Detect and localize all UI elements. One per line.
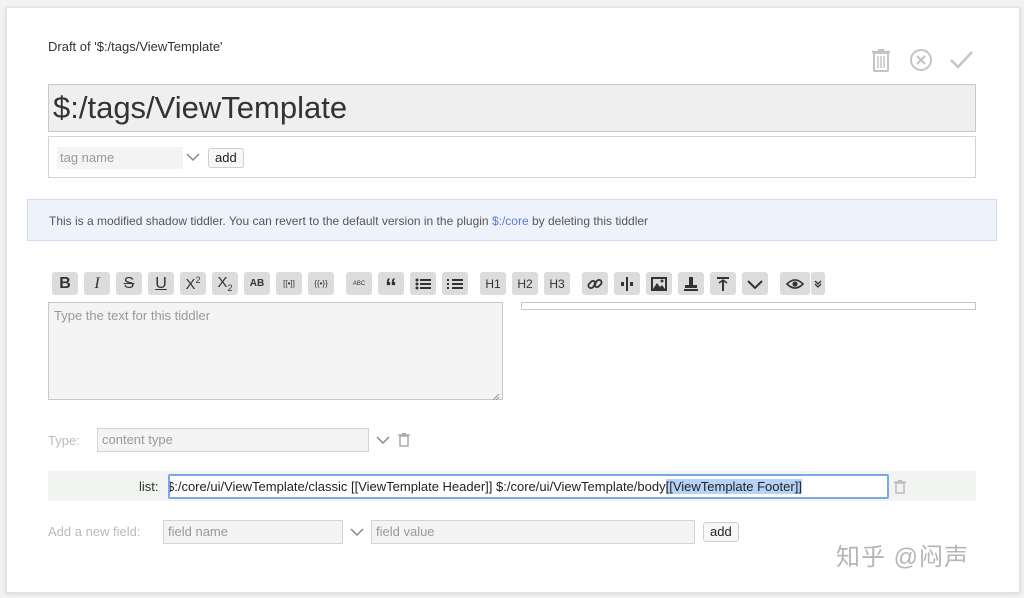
- heading-2-icon: H2: [517, 276, 533, 291]
- add-field-button[interactable]: add: [703, 522, 739, 542]
- smallcaps-icon: AB: [249, 278, 265, 289]
- tag-name-input[interactable]: tag name: [57, 147, 183, 169]
- heading-1-button[interactable]: H1: [480, 272, 506, 295]
- subscript-icon: X2: [217, 274, 233, 293]
- smallcaps-button[interactable]: AB: [244, 272, 270, 295]
- title-input[interactable]: $:/tags/ViewTemplate: [48, 84, 976, 132]
- bullet-list-button[interactable]: [410, 272, 436, 295]
- link-button[interactable]: [582, 272, 608, 295]
- italic-button[interactable]: I: [84, 272, 110, 295]
- preview-pane: [521, 302, 976, 310]
- heading-1-icon: H1: [485, 276, 501, 291]
- body-placeholder: Type the text for this tiddler: [54, 308, 211, 323]
- resize-grip-icon[interactable]: [492, 389, 500, 401]
- list-value-selection: [[ViewTemplate Footer]]: [665, 479, 802, 494]
- cancel-icon[interactable]: [908, 47, 934, 73]
- bold-button[interactable]: B: [52, 272, 78, 295]
- stamp-button[interactable]: [678, 272, 704, 295]
- list-field-trash-icon[interactable]: [894, 480, 908, 494]
- shadow-tiddler-notice: This is a modified shadow tiddler. You c…: [27, 199, 997, 241]
- underline-icon: U: [155, 274, 167, 292]
- tag-editor-row: tag name add: [48, 136, 976, 178]
- bullet-list-icon: [415, 278, 431, 289]
- add-field-label: Add a new field:: [48, 524, 141, 539]
- preview-type-icon: [814, 280, 822, 288]
- field-name-chevron-down-icon[interactable]: [349, 524, 365, 545]
- numbered-list-icon: [447, 278, 463, 289]
- quote-button[interactable]: “: [378, 272, 404, 299]
- preview-type-button[interactable]: [811, 272, 825, 295]
- list-field-label: list:: [139, 479, 159, 494]
- type-trash-icon[interactable]: [398, 433, 410, 452]
- notice-text-after: by deleting this tiddler: [528, 214, 649, 228]
- more-icon: [747, 279, 763, 289]
- transclude-button[interactable]: [[•]]: [276, 272, 302, 295]
- heading-3-button[interactable]: H3: [544, 272, 570, 295]
- heading-3-icon: H3: [549, 276, 565, 291]
- draft-title: Draft of '$:/tags/ViewTemplate': [48, 39, 223, 54]
- notice-text-before: This is a modified shadow tiddler. You c…: [49, 214, 492, 228]
- preview-button[interactable]: [780, 272, 810, 295]
- superscript-button[interactable]: X2: [180, 272, 206, 295]
- list-value-text: $:/core/ui/ViewTemplate/classic [[ViewTe…: [168, 479, 666, 494]
- chevron-down-icon[interactable]: [185, 149, 201, 165]
- italic-icon: I: [94, 274, 100, 292]
- field-value-input[interactable]: field value: [371, 520, 695, 544]
- field-name-input[interactable]: field name: [163, 520, 343, 544]
- macro-button[interactable]: {{•}}: [308, 272, 334, 295]
- done-icon[interactable]: [948, 47, 974, 73]
- linkify-icon: [621, 276, 633, 291]
- link-icon: [587, 278, 603, 289]
- macro-icon: {{•}}: [314, 279, 328, 288]
- subscript-button[interactable]: X2: [212, 272, 238, 295]
- size-button[interactable]: [710, 272, 736, 295]
- add-tag-button[interactable]: add: [208, 148, 244, 168]
- strikethrough-icon: S: [123, 274, 135, 292]
- monospaced-button[interactable]: ABC: [346, 272, 372, 295]
- size-icon: [717, 276, 729, 291]
- monospaced-icon: ABC: [352, 280, 366, 287]
- image-button[interactable]: [646, 272, 672, 295]
- body-textarea[interactable]: Type the text for this tiddler: [48, 302, 503, 401]
- linkify-button[interactable]: [614, 272, 640, 295]
- list-field-input[interactable]: $:/core/ui/ViewTemplate/classic [[ViewTe…: [168, 474, 889, 499]
- image-icon: [651, 276, 667, 291]
- plugin-link[interactable]: $:/core: [492, 214, 529, 228]
- underline-button[interactable]: U: [148, 272, 174, 295]
- heading-2-button[interactable]: H2: [512, 272, 538, 295]
- type-chevron-down-icon[interactable]: [375, 432, 391, 453]
- bold-icon: B: [59, 274, 71, 292]
- strikethrough-button[interactable]: S: [116, 272, 142, 295]
- edit-actions: [868, 47, 974, 73]
- more-button[interactable]: [742, 272, 768, 295]
- type-label: Type:: [48, 433, 80, 448]
- trash-icon[interactable]: [868, 47, 894, 73]
- superscript-icon: X2: [185, 274, 201, 293]
- preview-icon: [786, 278, 804, 289]
- transclude-icon: [[•]]: [283, 279, 295, 288]
- numbered-list-button[interactable]: [442, 272, 468, 295]
- stamp-icon: [684, 276, 698, 291]
- quote-icon: “: [385, 273, 397, 301]
- content-type-input[interactable]: content type: [97, 428, 369, 452]
- watermark: 知乎 @闷声: [836, 544, 970, 571]
